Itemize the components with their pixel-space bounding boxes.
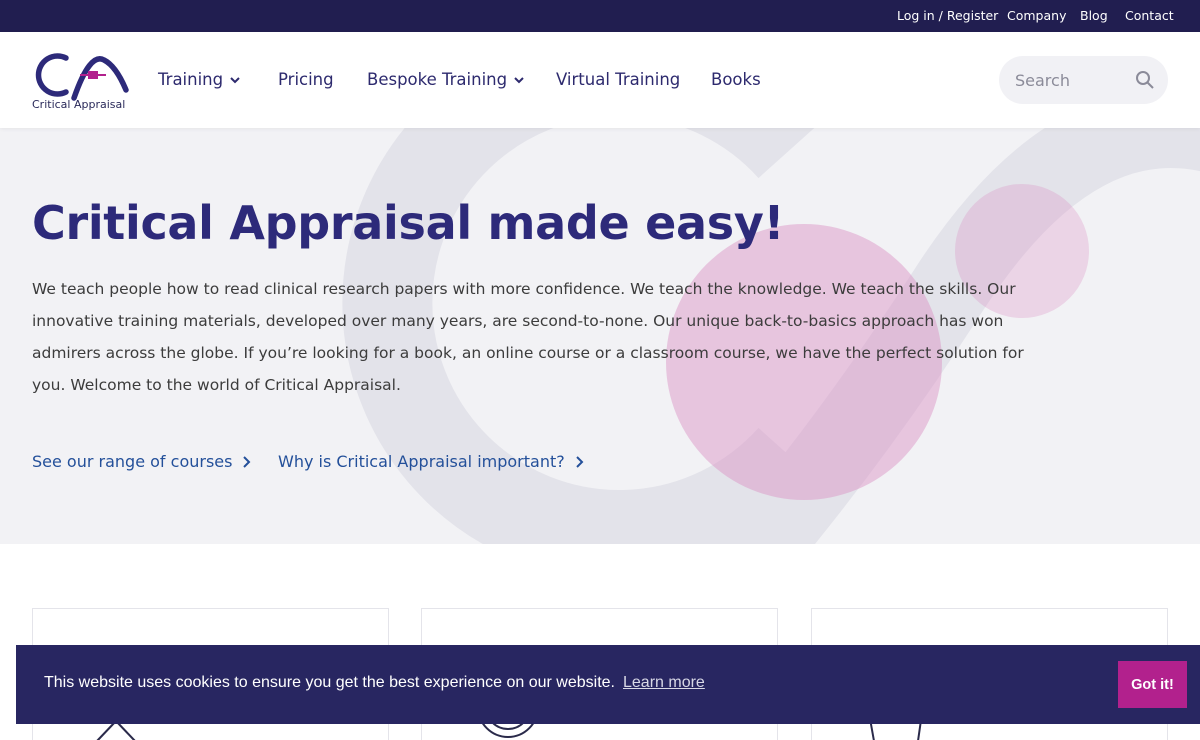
top-utility-bar: Log in / Register Company Blog Contact bbox=[0, 0, 1200, 32]
hero-description: We teach people how to read clinical res… bbox=[32, 280, 1024, 394]
nav-pricing[interactable]: Pricing bbox=[278, 70, 334, 89]
nav-pricing-label: Pricing bbox=[278, 70, 334, 89]
nav-training-label: Training bbox=[158, 70, 224, 89]
chevron-right-icon bbox=[576, 455, 584, 468]
nav-books[interactable]: Books bbox=[711, 70, 761, 89]
chevron-down-icon bbox=[230, 76, 240, 83]
nav-bespoke-training[interactable]: Bespoke Training bbox=[367, 70, 525, 89]
nav-virtual-training[interactable]: Virtual Training bbox=[556, 70, 680, 89]
nav-bespoke-training-label: Bespoke Training bbox=[367, 70, 508, 89]
main-header: Critical Appraisal Training Pricing Besp… bbox=[0, 32, 1200, 128]
cookie-message: This website uses cookies to ensure you … bbox=[44, 674, 615, 691]
see-courses-link[interactable]: See our range of courses bbox=[32, 452, 252, 471]
nav-training[interactable]: Training bbox=[158, 70, 241, 89]
login-register-link[interactable]: Log in / Register bbox=[897, 8, 998, 23]
cookie-banner: This website uses cookies to ensure you … bbox=[16, 645, 1200, 724]
nav-books-label: Books bbox=[711, 70, 761, 89]
logo-text: Critical Appraisal bbox=[32, 98, 126, 111]
hero-title: Critical Appraisal made easy! bbox=[32, 196, 785, 250]
chevron-down-icon bbox=[514, 76, 524, 83]
why-important-link[interactable]: Why is Critical Appraisal important? bbox=[278, 452, 585, 471]
search-box bbox=[999, 56, 1168, 104]
learn-more-link[interactable]: Learn more bbox=[623, 674, 705, 692]
contact-link[interactable]: Contact bbox=[1125, 8, 1174, 23]
accept-cookies-button[interactable]: Got it! bbox=[1118, 661, 1187, 708]
why-important-label: Why is Critical Appraisal important? bbox=[278, 452, 565, 471]
search-icon[interactable] bbox=[1135, 70, 1155, 90]
see-courses-label: See our range of courses bbox=[32, 452, 233, 471]
nav-virtual-training-label: Virtual Training bbox=[556, 70, 681, 89]
search-input[interactable] bbox=[1015, 68, 1125, 92]
blog-link[interactable]: Blog bbox=[1080, 8, 1108, 23]
company-link[interactable]: Company bbox=[1007, 8, 1066, 23]
hero-section: Critical Appraisal made easy! We teach p… bbox=[0, 128, 1200, 544]
chevron-right-icon bbox=[243, 455, 251, 468]
